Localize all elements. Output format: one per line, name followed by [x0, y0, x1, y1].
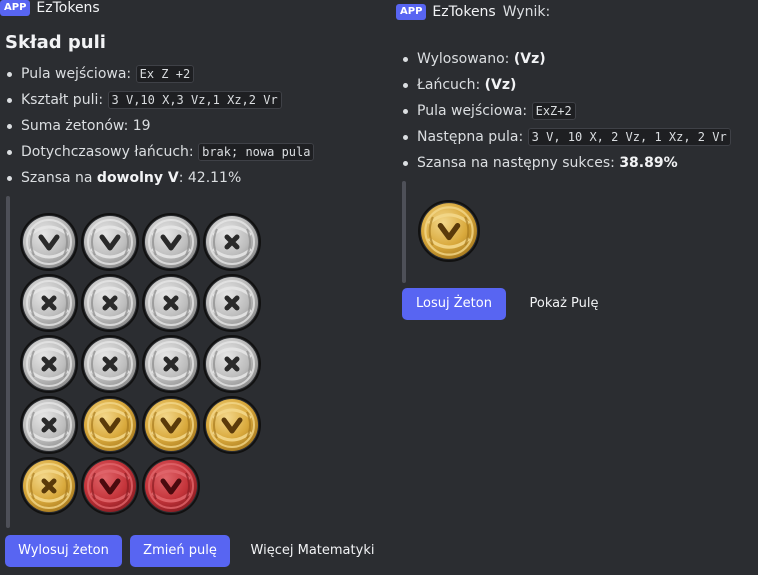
- result-info-list: Wylosowano: (Vz) Łańcuch: (Vz) Pula wejś…: [396, 46, 758, 176]
- token-silver-x-icon: [203, 274, 261, 332]
- token-silver-v-icon: [20, 213, 78, 271]
- token-red-v-icon: [142, 457, 200, 515]
- right-message: APP EzTokens Wynik: Wylosowano: (Vz) Łań…: [396, 0, 758, 330]
- list-item: Następna pula: 3 V, 10 X, 2 Vz, 1 Xz, 2 …: [396, 124, 758, 150]
- token-silver-x-icon: [81, 335, 139, 393]
- token-gold-v-icon: [142, 396, 200, 454]
- bot-name[interactable]: EzTokens: [36, 0, 99, 16]
- list-item: Wylosowano: (Vz): [396, 46, 758, 72]
- token-gold-v-icon: [81, 396, 139, 454]
- show-pool-button[interactable]: Pokaż Pulę: [514, 288, 614, 320]
- list-item: Szansa na następny sukces: 38.89%: [396, 150, 758, 176]
- more-math-button[interactable]: Więcej Matematyki: [240, 535, 385, 567]
- list-item: Łańcuch: (Vz): [396, 72, 758, 98]
- token-gold-x-icon: [20, 457, 78, 515]
- token-silver-v-icon: [81, 213, 139, 271]
- change-pool-button[interactable]: Zmień pulę: [130, 535, 230, 567]
- embed-accent-bar: [6, 196, 10, 528]
- embed-accent-bar: [402, 181, 406, 283]
- token-red-v-icon: [81, 457, 139, 515]
- result-label: Wynik:: [502, 4, 551, 20]
- pool-info-list: Pula wejściowa: Ex Z +2 Kształt puli: 3 …: [0, 61, 385, 191]
- draw-token-button[interactable]: Losuj Żeton: [402, 288, 506, 320]
- message-header: APP EzTokens Wynik:: [396, 4, 758, 20]
- token-silver-x-icon: [203, 213, 261, 271]
- bot-name[interactable]: EzTokens: [432, 4, 495, 20]
- list-item: Kształt puli: 3 V,10 X,3 Vz,1 Xz,2 Vr: [0, 87, 385, 113]
- token-silver-x-icon: [142, 274, 200, 332]
- list-item: Dotychczasowy łańcuch: brak; nowa pula: [0, 139, 385, 165]
- left-message: APP EzTokens Skład puli Pula wejściowa: …: [0, 0, 385, 575]
- app-badge: APP: [396, 4, 427, 20]
- list-item: Szansa na dowolny V: 42.11%: [0, 165, 385, 191]
- token-silver-x-icon: [142, 335, 200, 393]
- app-badge: APP: [0, 0, 31, 16]
- embed-title: Skład puli: [5, 32, 106, 53]
- token-silver-x-icon: [81, 274, 139, 332]
- token-gold-v-icon: [203, 396, 261, 454]
- token-silver-x-icon: [20, 396, 78, 454]
- token-silver-v-icon: [142, 213, 200, 271]
- token-silver-x-icon: [20, 335, 78, 393]
- token-silver-x-icon: [203, 335, 261, 393]
- token-silver-x-icon: [20, 274, 78, 332]
- token-gold-v-icon: [418, 200, 480, 262]
- list-item: Pula wejściowa: ExZ+2: [396, 98, 758, 124]
- list-item: Pula wejściowa: Ex Z +2: [0, 61, 385, 87]
- draw-token-button[interactable]: Wylosuj żeton: [5, 535, 122, 567]
- list-item: Suma żetonów: 19: [0, 113, 385, 139]
- message-header: APP EzTokens: [0, 0, 385, 16]
